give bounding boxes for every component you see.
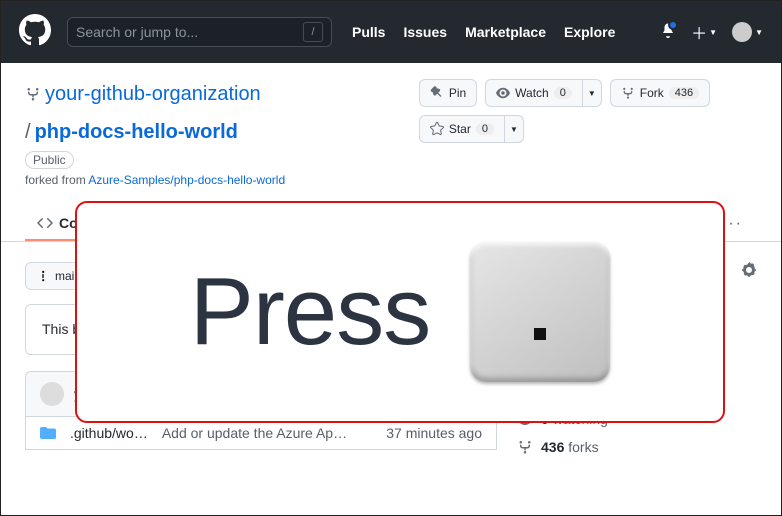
avatar [732, 22, 752, 42]
stat-forks[interactable]: 436 forks [517, 439, 757, 455]
watch-dropdown[interactable]: ▼ [583, 79, 602, 107]
nav-pulls[interactable]: Pulls [352, 24, 385, 40]
repo-name-link[interactable]: php-docs-hello-world [35, 117, 238, 147]
notification-dot [668, 20, 678, 30]
watch-button[interactable]: Watch 0 [485, 79, 583, 107]
star-dropdown[interactable]: ▼ [505, 115, 524, 143]
repo-actions: Pin Watch 0 ▼ Fork 436 Star 0 [419, 79, 757, 143]
search-input[interactable]: Search or jump to... / [67, 17, 332, 47]
notifications-icon[interactable] [660, 22, 676, 43]
press-key-overlay: Press [75, 201, 725, 423]
search-placeholder: Search or jump to... [76, 24, 198, 40]
github-logo[interactable] [19, 14, 51, 51]
nav-links: Pulls Issues Marketplace Explore [352, 24, 615, 40]
fork-button[interactable]: Fork 436 [610, 79, 710, 107]
file-name[interactable]: .github/wo… [70, 425, 148, 441]
nav-issues[interactable]: Issues [403, 24, 447, 40]
file-time: 37 minutes ago [386, 425, 482, 441]
visibility-badge: Public [25, 151, 74, 169]
slash-key-hint: / [303, 22, 323, 42]
repo-title: your-github-organization / php-docs-hell… [25, 79, 407, 147]
forked-from: forked from Azure-Samples/php-docs-hello… [25, 173, 407, 187]
star-button[interactable]: Star 0 [419, 115, 505, 143]
create-new-menu[interactable]: ＋▼ [691, 20, 717, 44]
fork-source-link[interactable]: Azure-Samples/php-docs-hello-world [88, 173, 285, 187]
pin-button[interactable]: Pin [419, 79, 477, 107]
nav-marketplace[interactable]: Marketplace [465, 24, 546, 40]
settings-icon[interactable] [741, 262, 757, 283]
commit-avatar [40, 382, 64, 406]
period-keycap [470, 242, 610, 382]
file-commit-msg[interactable]: Add or update the Azure Ap… [162, 425, 372, 441]
nav-explore[interactable]: Explore [564, 24, 615, 40]
press-label: Press [190, 257, 430, 367]
user-menu[interactable]: ▼ [732, 22, 763, 42]
repo-org-link[interactable]: your-github-organization [45, 79, 261, 109]
global-header: Search or jump to... / Pulls Issues Mark… [1, 1, 781, 63]
header-right: ＋▼ ▼ [660, 20, 763, 44]
